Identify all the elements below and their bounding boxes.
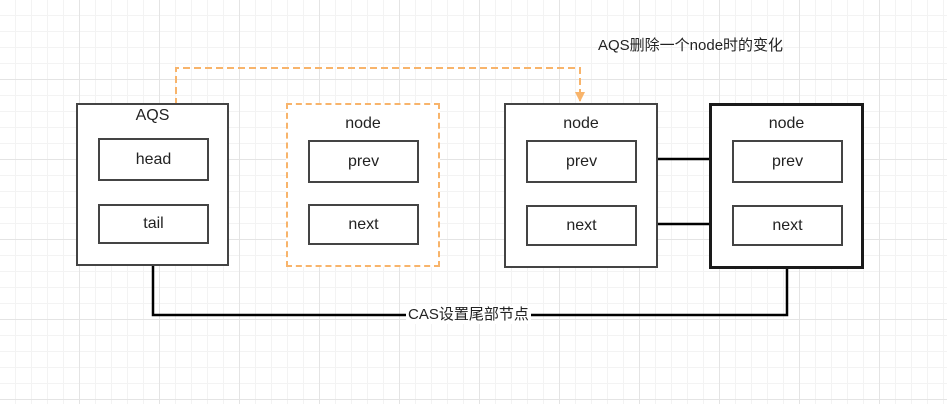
middle-node-box: node prev next xyxy=(504,103,658,268)
tail-node-box: node prev next xyxy=(709,103,864,269)
aqs-box: AQS head tail xyxy=(76,103,229,266)
removed-node-next-field: next xyxy=(308,204,419,245)
tail-node-prev-field: prev xyxy=(732,140,843,183)
middle-node-prev-field: prev xyxy=(526,140,637,183)
tail-node-next-field: next xyxy=(732,205,843,246)
tail-node-title: node xyxy=(768,115,805,132)
cas-edge-label: CAS设置尾部节点 xyxy=(406,306,531,324)
removed-node-box: node prev next xyxy=(286,103,440,267)
aqs-tail-field: tail xyxy=(98,204,209,244)
cas-tail-arrow xyxy=(151,242,792,317)
middle-node-next-field: next xyxy=(526,205,637,246)
aqs-title: AQS xyxy=(135,107,170,124)
aqs-head-field: head xyxy=(98,138,209,181)
middle-node-title: node xyxy=(563,115,599,132)
removed-node-prev-field: prev xyxy=(308,140,419,183)
removed-node-title: node xyxy=(345,115,381,132)
